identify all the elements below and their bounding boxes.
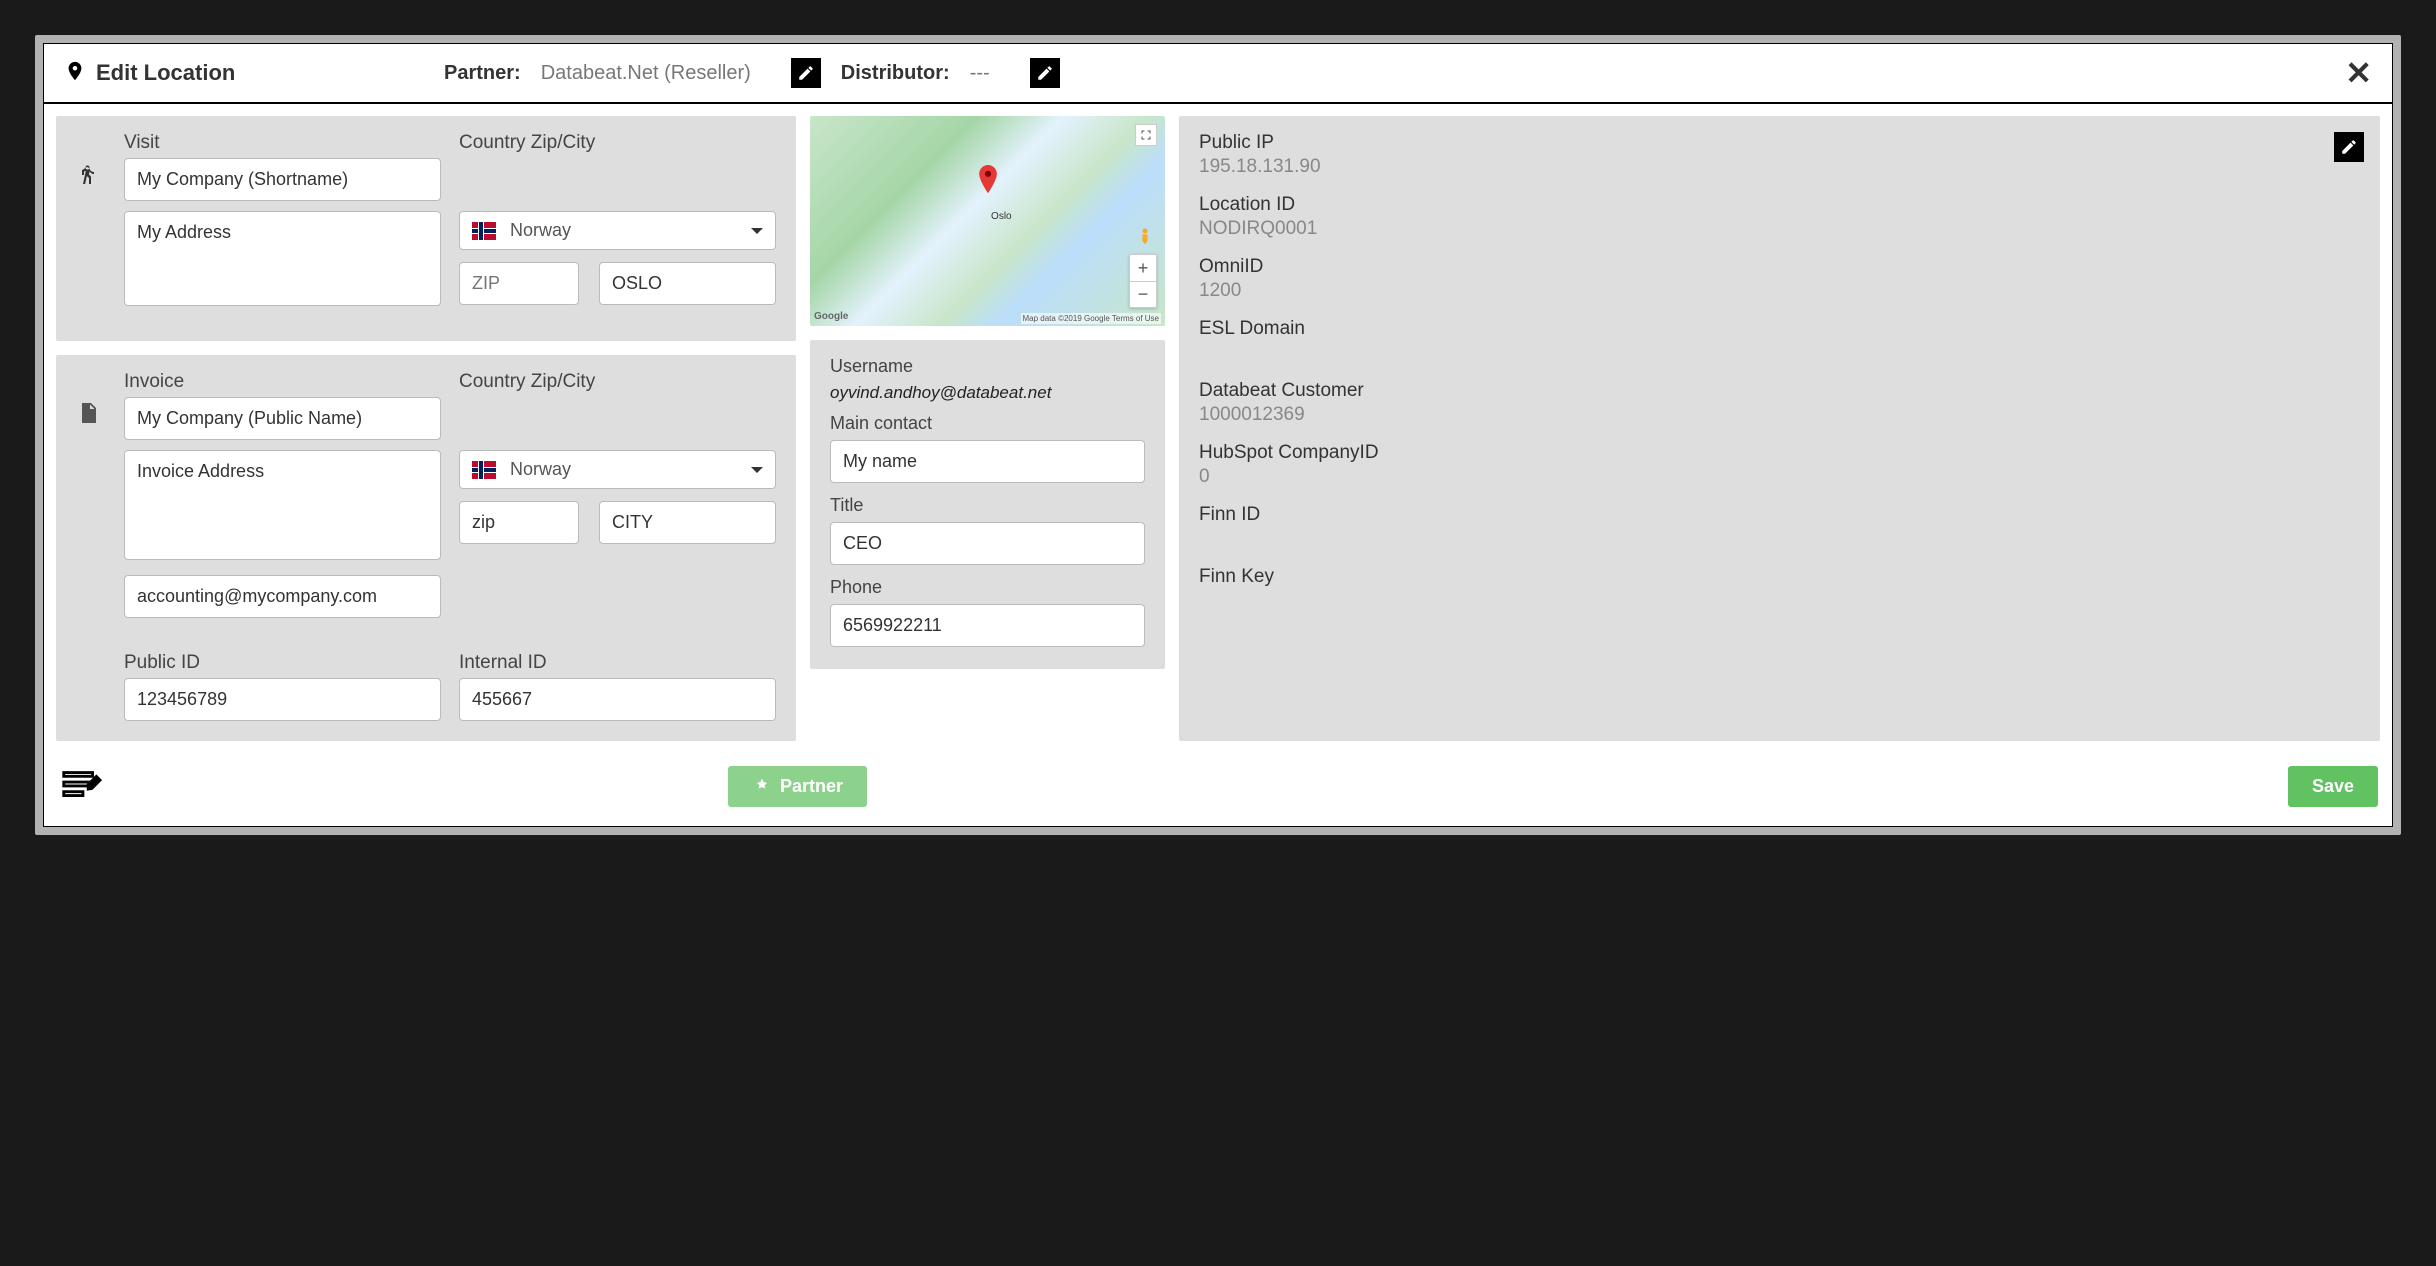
visit-country-label: Country Zip/City <box>459 132 776 154</box>
visit-shortname-input[interactable] <box>124 158 441 201</box>
public-ip-value: 195.18.131.90 <box>1199 156 2360 178</box>
map-attribution: Map data ©2019 Google Terms of Use <box>1021 313 1162 324</box>
invoice-city-input[interactable] <box>599 501 776 544</box>
hubspot-label: HubSpot CompanyID <box>1199 442 2360 464</box>
location-pin-icon <box>64 60 86 87</box>
invoice-country-select[interactable]: Norway <box>459 450 776 489</box>
map-zoom-controls: + − <box>1129 254 1157 308</box>
username-label: Username <box>830 356 1145 377</box>
phone-label: Phone <box>830 577 1145 598</box>
visit-panel: Visit Country Zip/City My Address <box>56 116 796 341</box>
invoice-label: Invoice <box>124 371 441 393</box>
invoice-zip-input[interactable] <box>459 501 579 544</box>
partner-label: Partner: <box>444 62 521 85</box>
chevron-down-icon <box>751 467 763 473</box>
location-id-value: NODIRQ0001 <box>1199 218 2360 240</box>
finn-id-label: Finn ID <box>1199 504 2360 526</box>
finn-key-label: Finn Key <box>1199 566 2360 588</box>
finn-key-value <box>1199 590 2360 612</box>
databeat-customer-label: Databeat Customer <box>1199 380 2360 402</box>
visit-address-input[interactable]: My Address <box>124 211 441 306</box>
partner-button-label: Partner <box>780 776 843 797</box>
distributor-label: Distributor: <box>841 62 950 85</box>
edit-partner-button[interactable] <box>791 58 821 88</box>
map-pin-icon <box>977 165 999 200</box>
close-button[interactable]: ✕ <box>2345 54 2372 92</box>
map-panel[interactable]: Oslo + − Google Map data ©2019 Google <box>810 116 1165 326</box>
chevron-down-icon <box>751 228 763 234</box>
notes-button[interactable] <box>58 761 104 812</box>
google-logo: Google <box>814 311 848 322</box>
internal-id-label: Internal ID <box>459 652 776 674</box>
save-button[interactable]: Save <box>2288 766 2378 807</box>
invoice-publicname-input[interactable] <box>124 397 441 440</box>
info-panel: Public IP 195.18.131.90 Location ID NODI… <box>1179 116 2380 741</box>
hubspot-value: 0 <box>1199 466 2360 488</box>
partner-button[interactable]: Partner <box>728 766 867 807</box>
map-city-label: Oslo <box>991 211 1012 222</box>
invoice-email-input[interactable] <box>124 575 441 618</box>
invoice-address-input[interactable]: Invoice Address <box>124 450 441 560</box>
esl-domain-label: ESL Domain <box>1199 318 2360 340</box>
invoice-country-label: Country Zip/City <box>459 371 776 393</box>
invoice-icon <box>76 371 106 430</box>
invoice-panel: Invoice Country Zip/City Invoice Address <box>56 355 796 741</box>
title-input[interactable] <box>830 522 1145 565</box>
omni-id-label: OmniID <box>1199 256 2360 278</box>
public-id-label: Public ID <box>124 652 441 674</box>
save-button-label: Save <box>2312 776 2354 797</box>
location-id-label: Location ID <box>1199 194 2360 216</box>
username-value: oyvind.andhoy@databeat.net <box>830 383 1145 403</box>
norway-flag-icon <box>472 222 496 240</box>
finn-id-value <box>1199 528 2360 550</box>
visit-country-value: Norway <box>510 220 571 241</box>
map-zoom-in-button[interactable]: + <box>1130 255 1156 281</box>
databeat-customer-value: 1000012369 <box>1199 404 2360 426</box>
norway-flag-icon <box>472 461 496 479</box>
edit-distributor-button[interactable] <box>1030 58 1060 88</box>
distributor-value: --- <box>970 62 990 85</box>
main-contact-label: Main contact <box>830 413 1145 434</box>
visit-zip-input[interactable] <box>459 262 579 305</box>
title-label: Title <box>830 495 1145 516</box>
visit-country-select[interactable]: Norway <box>459 211 776 250</box>
contact-panel: Username oyvind.andhoy@databeat.net Main… <box>810 340 1165 669</box>
main-contact-input[interactable] <box>830 440 1145 483</box>
esl-domain-value <box>1199 342 2360 364</box>
invoice-country-value: Norway <box>510 459 571 480</box>
map-zoom-out-button[interactable]: − <box>1130 281 1156 307</box>
phone-input[interactable] <box>830 604 1145 647</box>
map-fullscreen-button[interactable] <box>1135 124 1157 146</box>
modal-footer: Partner Save <box>44 753 2392 826</box>
modal-header: Edit Location Partner: Databeat.Net (Res… <box>44 44 2392 104</box>
visit-icon <box>76 132 106 191</box>
edit-info-button[interactable] <box>2334 132 2364 162</box>
omni-id-value: 1200 <box>1199 280 2360 302</box>
partner-value: Databeat.Net (Reseller) <box>541 62 751 85</box>
visit-city-input[interactable] <box>599 262 776 305</box>
internal-id-input[interactable] <box>459 678 776 721</box>
modal-title: Edit Location <box>96 60 235 86</box>
public-ip-label: Public IP <box>1199 132 2360 154</box>
visit-label: Visit <box>124 132 441 154</box>
streetview-pegman-icon[interactable] <box>1135 226 1155 248</box>
public-id-input[interactable] <box>124 678 441 721</box>
